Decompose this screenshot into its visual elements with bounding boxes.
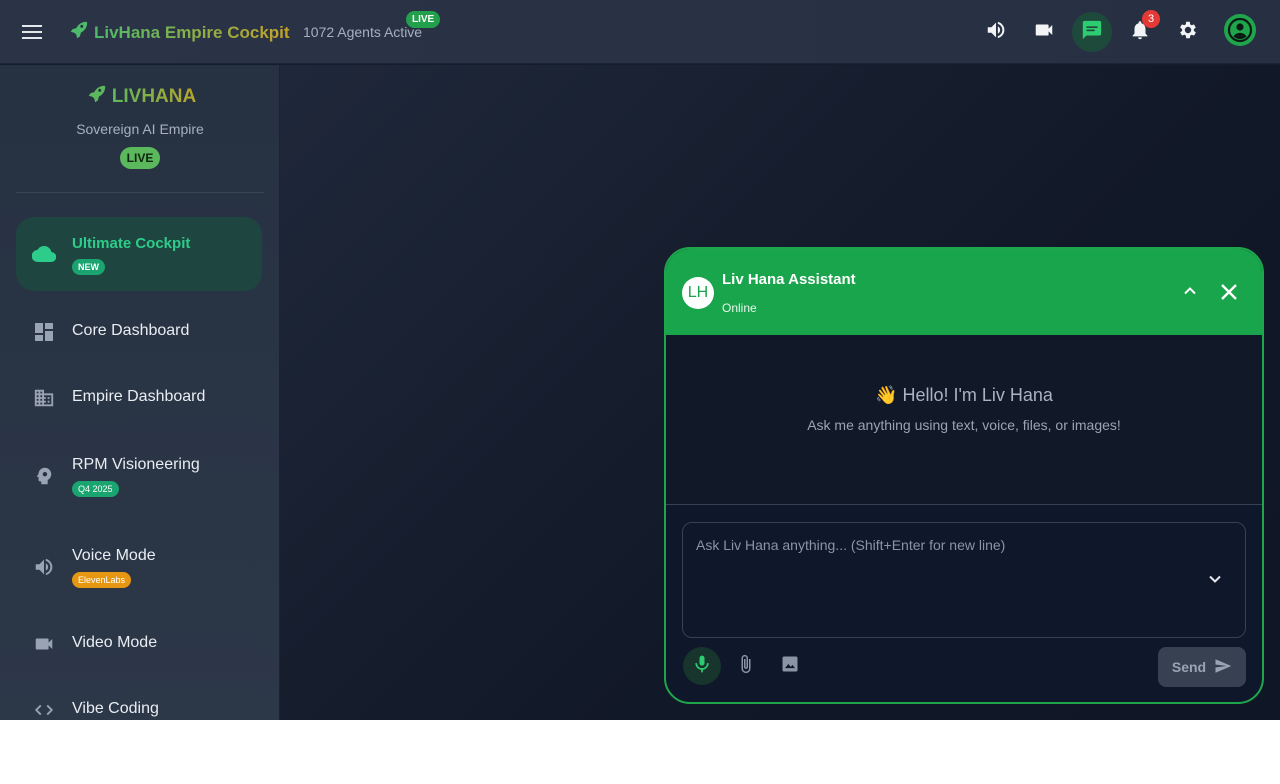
sidebar: LIVHANA Sovereign AI Empire LIVE Ultimat… bbox=[0, 65, 280, 720]
building-icon bbox=[32, 386, 56, 410]
sidebar-item-ultimate-cockpit[interactable]: Ultimate Cockpit NEW bbox=[16, 217, 262, 291]
sidebar-item-voice-mode[interactable]: Voice Mode ElevenLabs bbox=[16, 530, 262, 604]
sidebar-subtitle: Sovereign AI Empire bbox=[76, 121, 204, 137]
cloud-icon bbox=[32, 242, 56, 266]
input-expand-button[interactable] bbox=[1203, 569, 1227, 593]
image-icon bbox=[780, 654, 800, 679]
send-label: Send bbox=[1171, 659, 1207, 675]
chat-title: Liv Hana Assistant bbox=[722, 271, 856, 288]
video-button[interactable] bbox=[1024, 12, 1064, 52]
top-app-bar: LivHana Empire Cockpit 1072 Agents Activ… bbox=[0, 0, 1280, 64]
volume-icon bbox=[985, 19, 1007, 46]
psychology-icon bbox=[32, 464, 56, 488]
chat-greeting-subtitle: Ask me anything using text, voice, files… bbox=[807, 417, 1121, 433]
chat-message-input[interactable] bbox=[696, 537, 1196, 617]
send-button[interactable]: Send bbox=[1158, 647, 1246, 687]
volume-icon bbox=[32, 555, 56, 579]
sidebar-item-vibe-coding[interactable]: Vibe Coding bbox=[16, 685, 262, 720]
rocket-icon bbox=[86, 83, 108, 111]
sidebar-item-label: Ultimate Cockpit bbox=[72, 235, 191, 252]
sidebar-item-label: Vibe Coding bbox=[72, 700, 159, 717]
rocket-icon bbox=[68, 19, 90, 46]
chevron-down-icon bbox=[1207, 571, 1223, 592]
sidebar-divider bbox=[16, 192, 264, 193]
sidebar-item-empire-dashboard[interactable]: Empire Dashboard bbox=[16, 373, 262, 423]
notification-count-badge: 3 bbox=[1142, 10, 1160, 28]
chat-messages: 👋 Hello! I'm Liv Hana Ask me anything us… bbox=[666, 335, 1262, 505]
elevenlabs-tag: ElevenLabs bbox=[72, 572, 132, 588]
code-icon bbox=[32, 698, 56, 720]
chat-minimize-button[interactable] bbox=[1178, 281, 1202, 305]
sidebar-item-rpm-visioneering[interactable]: RPM Visioneering Q4 2025 bbox=[16, 439, 262, 513]
assistant-avatar: LH bbox=[682, 277, 714, 309]
sidebar-item-label: Core Dashboard bbox=[72, 322, 190, 339]
app-window: LivHana Empire Cockpit 1072 Agents Activ… bbox=[0, 0, 1280, 720]
sidebar-header: LIVHANA Sovereign AI Empire LIVE bbox=[0, 83, 279, 169]
chat-icon bbox=[1081, 19, 1103, 46]
microphone-icon bbox=[692, 654, 712, 679]
sidebar-item-core-dashboard[interactable]: Core Dashboard bbox=[16, 307, 262, 357]
close-icon bbox=[1220, 283, 1238, 306]
sidebar-item-label: Voice Mode bbox=[72, 547, 156, 564]
new-tag: NEW bbox=[72, 259, 105, 275]
video-camera-icon bbox=[32, 632, 56, 656]
sidebar-brand: LIVHANA bbox=[84, 83, 196, 111]
gear-icon bbox=[1177, 19, 1199, 46]
chevron-up-icon bbox=[1182, 283, 1198, 304]
settings-button[interactable] bbox=[1168, 12, 1208, 52]
chat-input-container bbox=[682, 522, 1246, 638]
menu-icon[interactable] bbox=[18, 18, 46, 46]
send-icon bbox=[1214, 657, 1232, 678]
app-brand[interactable]: LivHana Empire Cockpit bbox=[68, 19, 290, 46]
chat-button[interactable] bbox=[1072, 12, 1112, 52]
agents-active-count: 1072 Agents Active bbox=[303, 24, 423, 40]
video-camera-icon bbox=[1033, 19, 1055, 46]
notifications-button[interactable]: 3 bbox=[1120, 10, 1160, 52]
chat-widget: LH Liv Hana Assistant Online 👋 Hello! I'… bbox=[664, 247, 1264, 704]
live-badge: LIVE bbox=[406, 11, 441, 28]
app-title: LivHana Empire Cockpit bbox=[94, 22, 290, 42]
account-icon bbox=[1223, 13, 1257, 52]
chat-status: Online bbox=[722, 301, 757, 315]
chat-header: LH Liv Hana Assistant Online bbox=[666, 249, 1262, 335]
account-button[interactable] bbox=[1220, 12, 1260, 52]
sidebar-item-label: Video Mode bbox=[72, 634, 158, 651]
volume-button[interactable] bbox=[976, 12, 1016, 52]
chat-close-button[interactable] bbox=[1216, 281, 1242, 307]
attach-image-button[interactable] bbox=[771, 647, 809, 685]
attach-file-button[interactable] bbox=[727, 647, 765, 685]
chat-greeting: 👋 Hello! I'm Liv Hana bbox=[875, 385, 1053, 405]
dashboard-icon bbox=[32, 320, 56, 344]
sidebar-item-label: RPM Visioneering bbox=[72, 456, 200, 473]
paperclip-icon bbox=[736, 654, 756, 679]
q4-2025-tag: Q4 2025 bbox=[72, 481, 119, 497]
sidebar-item-video-mode[interactable]: Video Mode bbox=[16, 619, 262, 669]
voice-input-button[interactable] bbox=[683, 647, 721, 685]
sidebar-brand-name: LIVHANA bbox=[111, 86, 197, 107]
sidebar-live-badge: LIVE bbox=[119, 147, 161, 169]
sidebar-item-label: Empire Dashboard bbox=[72, 388, 206, 405]
